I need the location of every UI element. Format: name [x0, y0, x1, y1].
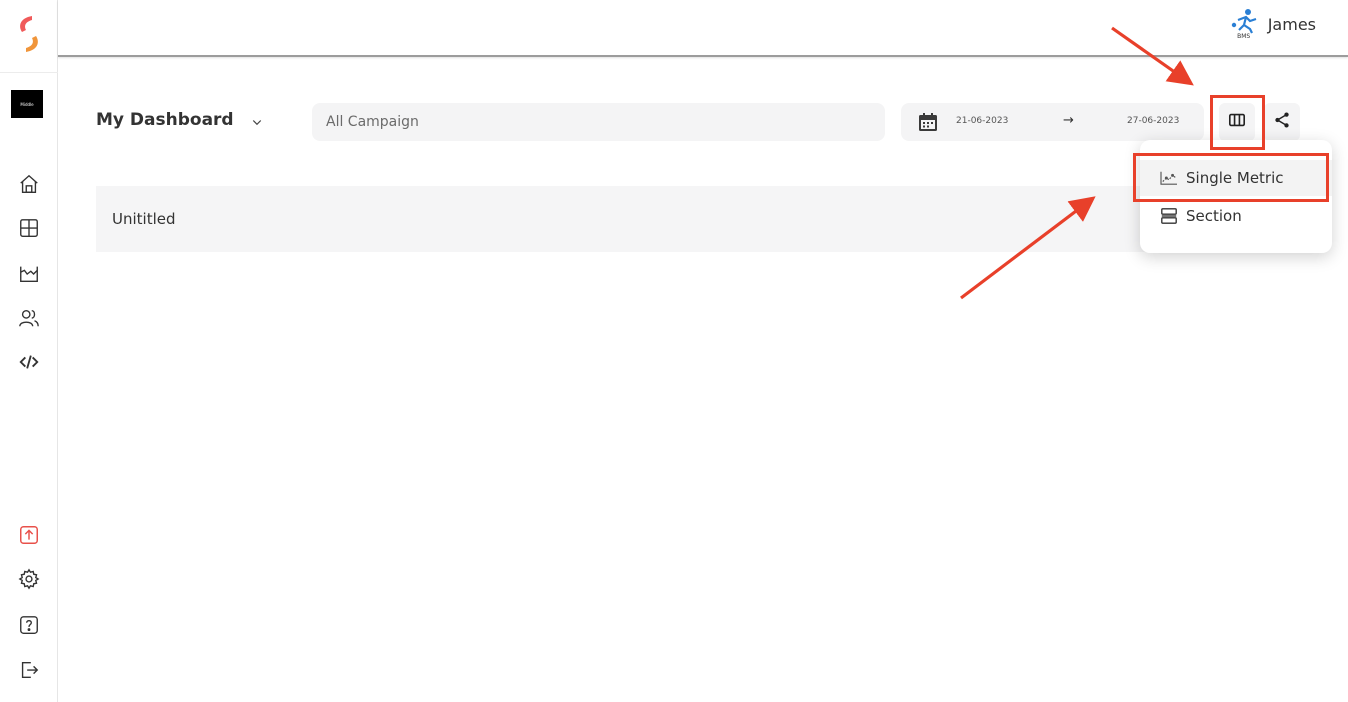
- brand-logo[interactable]: [12, 12, 44, 56]
- user-menu[interactable]: BMS James: [1230, 8, 1316, 40]
- add-widget-menu: Single Metric Section: [1140, 140, 1332, 253]
- line-chart-icon: [1158, 168, 1180, 188]
- sidebar-divider: [0, 72, 58, 73]
- menu-item-label: Section: [1186, 207, 1242, 225]
- user-name: James: [1267, 14, 1316, 34]
- calendar-icon[interactable]: [917, 111, 939, 133]
- users-icon[interactable]: [9, 300, 49, 336]
- chevron-down-icon[interactable]: [246, 112, 268, 132]
- date-start[interactable]: 21-06-2023: [956, 116, 1008, 126]
- date-range-picker[interactable]: 21-06-2023 → 27-06-2023: [901, 103, 1204, 141]
- campaign-placeholder: All Campaign: [326, 114, 419, 130]
- avatar-label: BMS: [1237, 33, 1251, 40]
- help-icon[interactable]: [9, 607, 49, 643]
- code-icon[interactable]: [9, 344, 49, 380]
- add-widget-button[interactable]: [1219, 103, 1255, 141]
- date-arrow: →: [1063, 113, 1074, 128]
- date-end[interactable]: 27-06-2023: [1127, 116, 1179, 126]
- section-rows-icon: [1158, 206, 1180, 226]
- analytics-chart-icon[interactable]: [9, 256, 49, 292]
- share-button[interactable]: [1264, 103, 1300, 141]
- share-icon: [1273, 111, 1291, 133]
- home-icon[interactable]: [9, 166, 49, 202]
- avatar: BMS: [1230, 8, 1258, 40]
- settings-gear-icon[interactable]: [9, 561, 49, 597]
- upload-icon[interactable]: [9, 517, 49, 553]
- workspace-name: Middle: [20, 101, 34, 107]
- menu-item-single-metric[interactable]: Single Metric: [1140, 160, 1332, 196]
- sidebar: Middle: [0, 0, 58, 702]
- menu-item-label: Single Metric: [1186, 169, 1284, 187]
- dashboard-grid-icon[interactable]: [9, 210, 49, 246]
- campaign-select[interactable]: All Campaign: [312, 103, 885, 141]
- logout-icon[interactable]: [9, 652, 49, 688]
- columns-icon: [1228, 111, 1246, 133]
- section-title[interactable]: Unititled: [112, 210, 176, 228]
- dashboard-title[interactable]: My Dashboard: [96, 110, 234, 130]
- dashboard-section[interactable]: Unititled: [96, 186, 1300, 252]
- top-header: BMS James: [58, 0, 1348, 57]
- app-root: Middle BMS James My Dashboard All Campai…: [0, 0, 1348, 702]
- workspace-logo[interactable]: Middle: [11, 90, 43, 118]
- menu-item-section[interactable]: Section: [1140, 198, 1332, 234]
